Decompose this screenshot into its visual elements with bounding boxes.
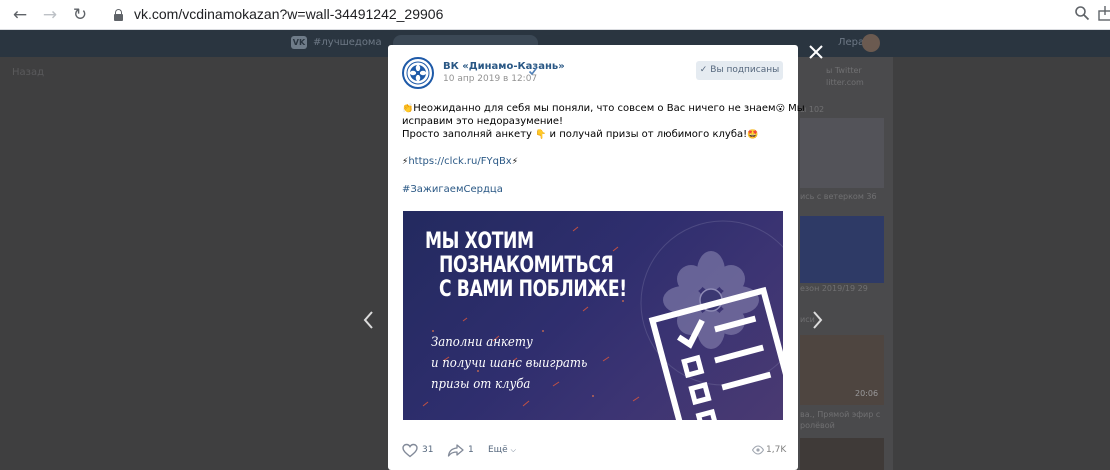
- bg-video-duration: 20:06: [855, 389, 879, 398]
- check-icon: ✓: [699, 65, 708, 75]
- like-icon[interactable]: [402, 440, 418, 460]
- back-icon[interactable]: ←: [10, 5, 30, 25]
- vk-logo[interactable]: VK: [291, 36, 307, 49]
- post-author[interactable]: ВК «Динамо-Казань»: [443, 61, 565, 72]
- subscribed-button[interactable]: ✓ Вы подписаны: [696, 61, 783, 80]
- banner-title-line: С ВАМИ ПОБЛИЖЕ!: [439, 277, 627, 302]
- bg-text: ись с ветерком 36: [800, 192, 877, 201]
- more-button[interactable]: Ещё ⌵: [488, 440, 516, 460]
- zoom-icon[interactable]: [1072, 5, 1092, 25]
- post-link[interactable]: https://clck.ru/FYqBx: [408, 156, 511, 167]
- forward-icon[interactable]: →: [40, 5, 60, 25]
- post-modal: ВК «Динамо-Казань» 10 апр 2019 в 12:07 ✓…: [388, 45, 805, 470]
- bg-text: litter.com: [826, 78, 864, 87]
- share-icon[interactable]: [1097, 5, 1110, 25]
- banner-title-line: ПОЗНАКОМИТЬСЯ: [439, 253, 614, 278]
- bg-video-thumb[interactable]: [800, 438, 884, 470]
- subscribed-label: Вы подписаны: [710, 65, 780, 75]
- post-text: и получай призы от любимого клуба!: [549, 129, 748, 140]
- bg-photo-thumb[interactable]: [800, 216, 884, 283]
- close-icon[interactable]: [806, 42, 826, 62]
- pointing-down-emoji-icon: 👇: [535, 130, 547, 140]
- wow-emoji-icon: 🤩: [747, 130, 759, 140]
- share-icon[interactable]: [447, 440, 465, 460]
- post-text: Просто заполняй анкету: [402, 129, 532, 140]
- lock-icon[interactable]: [114, 9, 123, 21]
- banner-subtitle-line: призы от клуба: [431, 377, 531, 392]
- bg-text: езон 2019/19 29: [800, 284, 868, 293]
- bg-text: ролёвой: [800, 421, 835, 430]
- banner-subtitle-line: и получи шанс выиграть: [431, 356, 588, 371]
- post-text-line: Просто заполняй анкету 👇 и получай призы…: [402, 128, 782, 142]
- vk-user-name[interactable]: Лера: [838, 37, 864, 48]
- bg-photo-thumb[interactable]: [800, 118, 884, 188]
- eye-icon: [751, 440, 765, 460]
- like-count[interactable]: 31: [422, 440, 433, 460]
- chevron-down-icon: ⌵: [510, 446, 516, 454]
- post-date[interactable]: 10 апр 2019 в 12:07: [443, 74, 537, 84]
- share-count[interactable]: 1: [468, 440, 474, 460]
- more-label: Ещё: [488, 445, 508, 455]
- post-link-line: ⚡https://clck.ru/FYqBx⚡: [402, 155, 782, 169]
- address-bar[interactable]: vk.com/vcdinamokazan?w=wall-34491242_299…: [134, 6, 443, 22]
- clapping-emoji-icon: 👏: [402, 104, 414, 114]
- club-avatar[interactable]: [402, 57, 434, 89]
- post-text-line: 👏Неожиданно для себя мы поняли, что совс…: [402, 102, 805, 116]
- post-text-line: исправим это недоразумение!: [402, 116, 564, 127]
- post-actions: 31 1 Ещё ⌵ 1,7K: [402, 440, 787, 460]
- bg-text: ва., Прямой эфир с: [800, 410, 881, 419]
- back-link[interactable]: Назад: [12, 67, 44, 78]
- previous-post-icon[interactable]: [358, 305, 380, 335]
- views-count: 1,7K: [766, 445, 787, 455]
- browser-toolbar: ← → ↻ vk.com/vcdinamokazan?w=wall-344912…: [0, 0, 1110, 30]
- post-text: Мы: [788, 103, 805, 114]
- verified-icon: [528, 61, 538, 76]
- next-post-icon[interactable]: [806, 305, 828, 335]
- surprised-emoji-icon: 😮: [775, 104, 785, 114]
- bg-text: ы Twitter: [826, 66, 862, 75]
- lightning-emoji-icon: ⚡: [511, 157, 519, 167]
- post-text: Неожиданно для себя мы поняли, что совсе…: [413, 103, 776, 114]
- avatar[interactable]: [862, 34, 880, 52]
- reload-icon[interactable]: ↻: [70, 5, 90, 25]
- vk-header-hashtag[interactable]: #лучшедома: [313, 37, 382, 48]
- banner-subtitle-line: Заполни анкету: [431, 335, 533, 350]
- banner-title-line: МЫ ХОТИМ: [425, 229, 534, 254]
- post-image[interactable]: МЫ ХОТИМ ПОЗНАКОМИТЬСЯ С ВАМИ ПОБЛИЖЕ! З…: [403, 211, 783, 420]
- post-hashtag[interactable]: #ЗажигаемСердца: [402, 183, 782, 196]
